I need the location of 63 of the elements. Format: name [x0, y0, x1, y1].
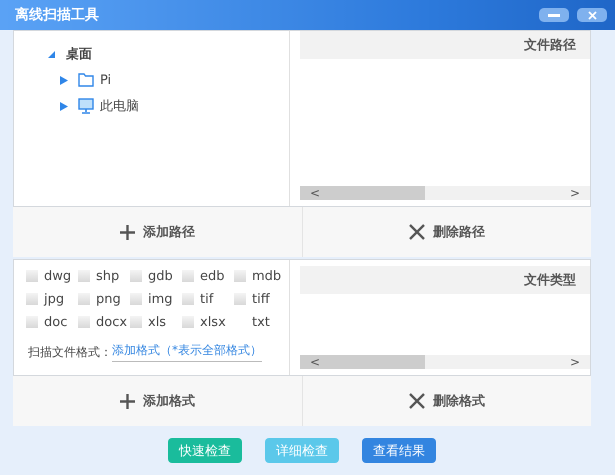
checkbox[interactable] [78, 270, 90, 282]
checkbox-label: edb [200, 268, 225, 284]
expand-triangle-icon[interactable] [60, 102, 68, 110]
delete-button[interactable]: 删除路径 [302, 207, 591, 257]
scroll-right-arrow[interactable]: > [570, 186, 580, 200]
scroll-right-arrow[interactable]: > [570, 355, 580, 369]
x-icon [408, 393, 425, 409]
checkbox[interactable] [234, 270, 246, 282]
delete-button[interactable]: 删除格式 [302, 376, 591, 426]
expand-triangle-icon[interactable] [60, 76, 68, 84]
action-button[interactable]: 查看结果 [362, 438, 436, 463]
checkbox[interactable] [182, 293, 194, 305]
tree-item[interactable]: 此电脑 [100, 97, 139, 115]
checkbox[interactable] [78, 316, 90, 328]
monitor-icon [78, 98, 94, 114]
checkbox[interactable] [78, 293, 90, 305]
window-title: 离线扫描工具 [15, 6, 100, 24]
format-label: txt [252, 314, 270, 330]
checkbox-label: jpg [44, 292, 64, 306]
checkbox-label: tiff [252, 292, 270, 306]
minimize-button[interactable] [539, 8, 569, 22]
scroll-left-arrow[interactable]: < [310, 355, 320, 369]
column-header: 文件类型 [300, 266, 590, 294]
checkbox[interactable] [130, 316, 142, 328]
checkbox[interactable] [26, 316, 38, 328]
checkbox-label: gdb [148, 268, 173, 284]
scrollbar-thumb[interactable] [300, 355, 425, 369]
checkbox[interactable] [182, 270, 194, 282]
column-header: 文件路径 [300, 31, 590, 59]
checkbox[interactable] [182, 316, 194, 328]
scrollbar-thumb[interactable] [300, 186, 425, 200]
checkbox-label: tif [200, 292, 214, 306]
checkbox-label: mdb [252, 268, 282, 284]
checkbox[interactable] [26, 293, 38, 305]
horizontal-scrollbar[interactable]: < > [300, 355, 590, 369]
checkbox-label: shp [96, 268, 120, 284]
plus-icon [120, 394, 135, 408]
checkbox-label: xlsx [200, 314, 226, 330]
folder-icon [78, 73, 94, 87]
checkbox-label: xls [148, 314, 166, 330]
tree-item[interactable]: Pi [100, 72, 112, 88]
checkbox[interactable] [130, 270, 142, 282]
checkbox[interactable] [234, 293, 246, 305]
checkbox[interactable] [130, 293, 142, 305]
plus-icon [120, 224, 135, 240]
add-button[interactable]: 添加路径 [13, 207, 302, 257]
close-icon [588, 10, 596, 20]
checkbox[interactable] [26, 270, 38, 282]
scan-format-label: 扫描文件格式： [28, 344, 112, 360]
checkbox-label: img [148, 292, 173, 306]
close-button[interactable] [577, 8, 607, 22]
tree-item[interactable]: 桌面 [66, 45, 92, 63]
minimize-icon [548, 14, 560, 16]
checkbox-label: dwg [44, 268, 72, 284]
add-format-link[interactable]: 添加格式（*表示全部格式） [112, 342, 262, 362]
checkbox-label: png [96, 292, 121, 306]
horizontal-scrollbar[interactable]: < > [300, 186, 590, 200]
add-button[interactable]: 添加格式 [13, 376, 302, 426]
checkbox-label: docx [96, 314, 128, 330]
collapse-triangle-icon[interactable] [48, 50, 56, 58]
x-icon [408, 224, 425, 240]
scroll-left-arrow[interactable]: < [310, 186, 320, 200]
checkbox-label: doc [44, 314, 68, 330]
